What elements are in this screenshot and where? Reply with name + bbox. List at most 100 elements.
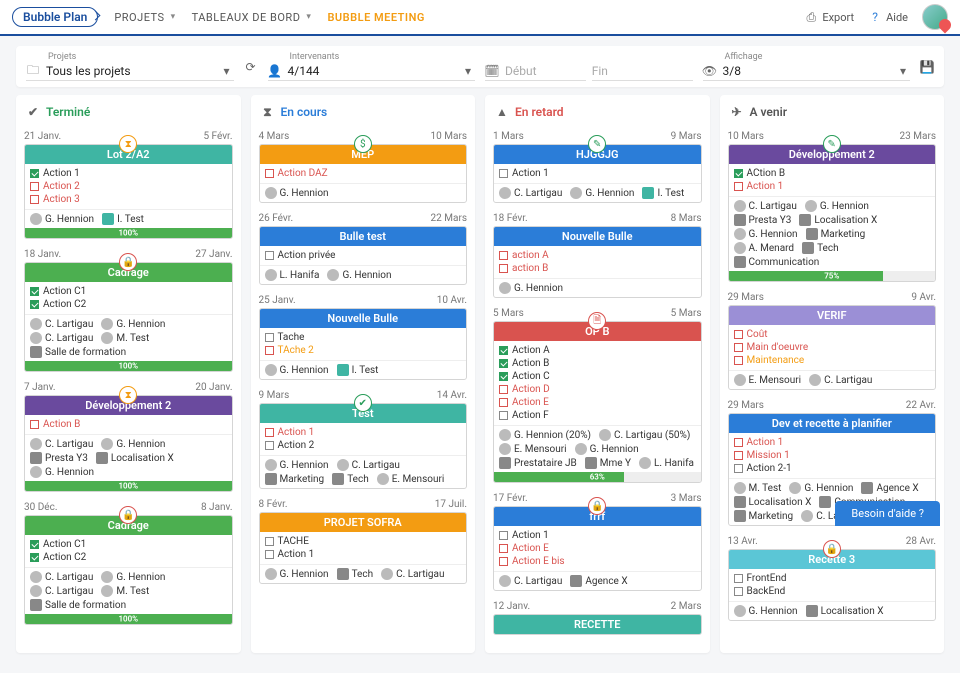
action-item: Action E — [499, 396, 696, 409]
filter-projects[interactable]: Projets 🗀Tous les projets▾ — [26, 52, 234, 81]
people-list: G. HennionI. Test — [260, 360, 467, 379]
export-icon: ⎙ — [804, 10, 818, 24]
person-chip: G. Hennion — [570, 187, 634, 199]
help-icon: ? — [868, 10, 882, 24]
action-item: Action 1 — [499, 529, 696, 542]
card-sofra[interactable]: PROJET SOFRATACHEAction 1G. HennionTechC… — [259, 512, 468, 584]
start-date-input[interactable]: 🗓Début — [485, 62, 586, 81]
actions-list: FrontEndBackEnd — [729, 569, 936, 601]
card-cadrage1[interactable]: 🔒CadrageAction C1Action C2C. LartigauG. … — [24, 262, 233, 372]
action-item: Action B — [30, 418, 227, 431]
card-dev2a[interactable]: ⧗Développement 2Action BC. LartigauG. He… — [24, 395, 233, 492]
help-button[interactable]: ?Aide — [868, 10, 908, 24]
refresh-icon[interactable]: ⟳ — [244, 60, 258, 74]
column-late: ▲En retard 1 Mars9 Mars✎HJGGJGAction 1C.… — [485, 95, 710, 653]
person-icon: 👤 — [268, 64, 282, 78]
actions-list: Action 1Action 2Action 3 — [25, 164, 232, 209]
status-badge-icon: 🔒 — [823, 540, 841, 558]
card-title: Nouvelle Bulle — [494, 227, 701, 246]
status-badge-icon: ⧗ — [119, 135, 137, 153]
actions-list: Action 1Action 2 — [260, 423, 467, 455]
card-nouvbulle1[interactable]: Nouvelle BulleTacheTAche 2G. HennionI. T… — [259, 308, 468, 380]
action-item: Action A — [499, 344, 696, 357]
board: ✔Terminé 21 Janv.5 Févr.⧗Lot 2/A2Action … — [0, 95, 960, 673]
person-chip: C. Lartigau — [30, 571, 93, 583]
status-badge-icon: ✎ — [588, 135, 606, 153]
person-chip: C. Lartigau — [499, 575, 562, 587]
help-bubble[interactable]: Besoin d'aide ? — [835, 501, 940, 526]
card-hjggjg[interactable]: ✎HJGGJGAction 1C. LartigauG. HennionI. T… — [493, 144, 702, 203]
chevron-down-icon: ▾ — [896, 64, 910, 78]
person-chip: C. Lartigau — [499, 187, 562, 199]
card-recette[interactable]: RECETTE — [493, 614, 702, 635]
nav-projets[interactable]: PROJETS — [114, 11, 175, 24]
action-item: Action DAZ — [265, 167, 462, 180]
people-list: C. LartigauG. HennionC. LartigauM. TestS… — [25, 567, 232, 614]
card-title: VERIF — [729, 306, 936, 325]
card-dev2b[interactable]: ✎Développement 2ACtion BAction 1C. Larti… — [728, 144, 937, 282]
actions-list: CoûtMain d'oeuvreMaintenance — [729, 325, 936, 370]
person-chip: G. Hennion — [30, 213, 94, 225]
card-title: Nouvelle Bulle — [260, 309, 467, 328]
filter-people[interactable]: Intervenants 👤4/144▾ — [268, 52, 476, 81]
action-item: Action E — [499, 542, 696, 555]
card-bulletest[interactable]: Bulle testAction privéeL. HanifaG. Henni… — [259, 226, 468, 285]
person-chip: L. Hanifa — [265, 269, 320, 281]
calendar-icon: 🗓 — [485, 64, 499, 78]
person-chip: Mme Y — [585, 457, 631, 469]
action-item: TACHE — [265, 535, 462, 548]
person-chip: I. Test — [102, 213, 144, 225]
card-recette3[interactable]: 🔒Recette 3FrontEndBackEndG. HennionLocal… — [728, 549, 937, 621]
end-date-input[interactable]: Fin — [592, 62, 693, 81]
card-nouvbulle2[interactable]: Nouvelle Bulleaction Aaction BG. Hennion — [493, 226, 702, 298]
column-done: ✔Terminé 21 Janv.5 Févr.⧗Lot 2/A2Action … — [16, 95, 241, 653]
people-list: G. Hennion — [494, 278, 701, 297]
nav-tableaux[interactable]: TABLEAUX DE BORD — [192, 11, 312, 24]
card-opb[interactable]: 🗎OP BAction AAction BAction CAction DAct… — [493, 321, 702, 483]
status-badge-icon: 🔒 — [588, 497, 606, 515]
card-cadrage2[interactable]: 🔒CadrageAction C1Action C2C. LartigauG. … — [24, 515, 233, 625]
status-badge-icon: ✎ — [823, 135, 841, 153]
column-inprogress: ⧗En cours 4 Mars10 Mars$MEPAction DAZG. … — [251, 95, 476, 653]
user-avatar[interactable] — [922, 4, 948, 30]
card-test[interactable]: ✔TestAction 1Action 2G. HennionC. Lartig… — [259, 403, 468, 489]
person-chip: C. Lartigau — [337, 459, 400, 471]
date-range: 25 Janv.10 Avr. — [259, 295, 468, 306]
people-list: C. LartigauG. HennionI. Test — [494, 183, 701, 202]
card-verif[interactable]: VERIFCoûtMain d'oeuvreMaintenanceE. Mens… — [728, 305, 937, 390]
person-chip: C. Lartigau — [734, 200, 797, 212]
logo[interactable]: Bubble Plan — [12, 7, 98, 27]
status-badge-icon: $ — [354, 135, 372, 153]
action-item: Coût — [734, 328, 931, 341]
action-item: Action 1 — [499, 167, 696, 180]
filter-dates: 🗓Début Fin — [485, 52, 693, 81]
filter-display[interactable]: Affichage 👁3/8▾ — [703, 52, 911, 81]
people-list: G. Hennion (20%)C. Lartigau (50%)E. Mens… — [494, 425, 701, 472]
date-range: 12 Janv.2 Mars — [493, 601, 702, 612]
person-chip: G. Hennion — [575, 443, 639, 455]
person-chip: L. Hanifa — [639, 457, 694, 469]
actions-list: TACHEAction 1 — [260, 532, 467, 564]
save-icon[interactable]: 💾 — [920, 60, 934, 74]
people-list: C. LartigauG. HennionPresta Y3Localisati… — [25, 434, 232, 481]
card-mep[interactable]: $MEPAction DAZG. Hennion — [259, 144, 468, 203]
person-chip: G. Hennion — [265, 364, 329, 376]
person-chip: Tech — [332, 473, 369, 485]
action-item: Main d'oeuvre — [734, 341, 931, 354]
people-list: G. HennionLocalisation X — [729, 601, 936, 620]
export-button[interactable]: ⎙Export — [804, 10, 854, 24]
card-frrf[interactable]: 🔒frrfAction 1Action EAction E bisC. Lart… — [493, 506, 702, 591]
actions-list: Action 1Action EAction E bis — [494, 526, 701, 571]
person-chip: E. Mensouri — [377, 473, 445, 485]
action-item: Action E bis — [499, 555, 696, 568]
people-list: G. Hennion — [260, 183, 467, 202]
person-chip: A. Menard — [734, 242, 795, 254]
person-chip: Tech — [802, 242, 839, 254]
card-lot2a2[interactable]: ⧗Lot 2/A2Action 1Action 2Action 3G. Henn… — [24, 144, 233, 239]
progress-bar: 100% — [25, 481, 232, 491]
status-badge-icon: 🔒 — [119, 506, 137, 524]
date-range: 29 Mars9 Avr. — [728, 292, 937, 303]
nav-bubble-meeting[interactable]: BUBBLE MEETING — [327, 11, 424, 24]
action-item: Action 1 — [265, 426, 462, 439]
person-chip: Communication — [734, 256, 820, 268]
